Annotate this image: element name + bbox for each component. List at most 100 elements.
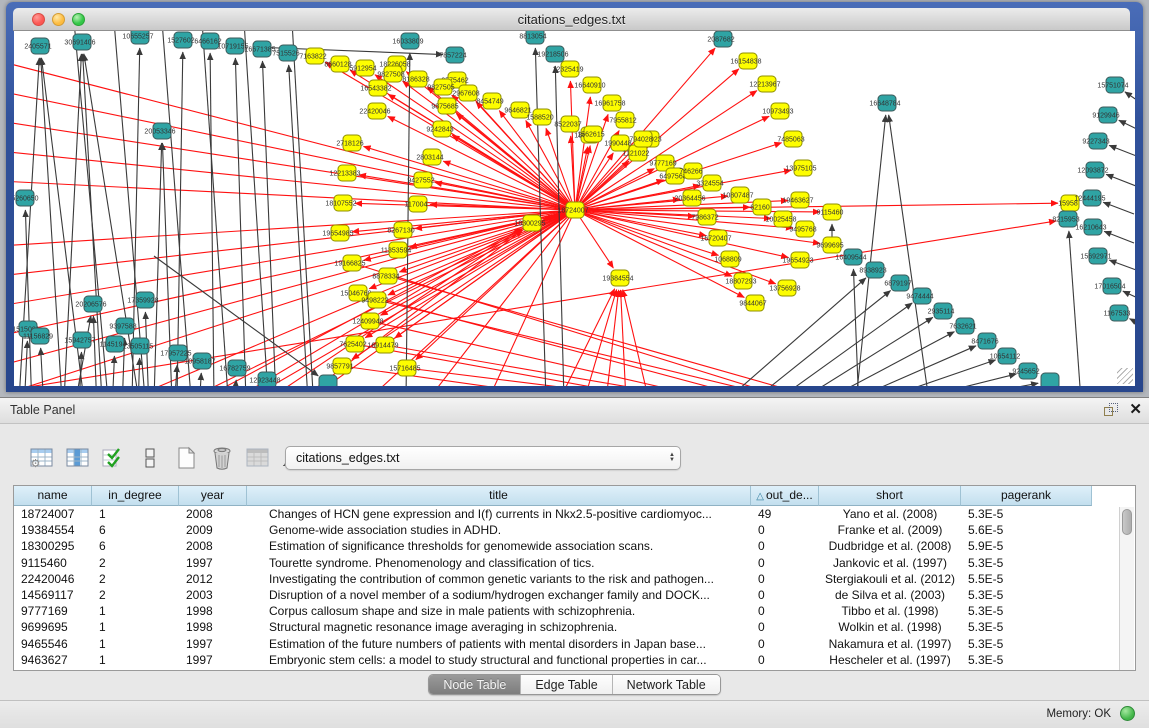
graph-edge[interactable] xyxy=(14,181,575,210)
row-height-icon[interactable] xyxy=(136,445,163,472)
graph-edge[interactable] xyxy=(377,300,919,386)
table-cell: 0 xyxy=(751,587,819,603)
graph-node-label: 8267130 xyxy=(387,228,414,235)
table-settings-icon[interactable]: ⚙ xyxy=(28,445,55,472)
graph-edge[interactable] xyxy=(210,53,214,386)
table-cell: 1998 xyxy=(179,619,247,635)
graph-edge[interactable] xyxy=(235,58,246,386)
graph-edge[interactable] xyxy=(1109,145,1135,157)
graph-edge[interactable] xyxy=(162,31,192,386)
table-row[interactable]: 946362711997Embryonic stem cells: a mode… xyxy=(14,652,1135,668)
select-all-columns-icon[interactable] xyxy=(100,445,127,472)
graph-node[interactable] xyxy=(319,375,337,386)
close-panel-icon[interactable]: ✕ xyxy=(1129,400,1142,418)
table-row[interactable]: 1830029562008Estimation of significance … xyxy=(14,538,1135,554)
delete-column-icon[interactable] xyxy=(208,445,235,472)
graph-edge[interactable] xyxy=(132,48,140,386)
tab-network-table[interactable]: Network Table xyxy=(613,675,720,694)
table-cell: Hescheler et al. (1997) xyxy=(819,652,961,668)
graph-edge[interactable] xyxy=(138,358,140,386)
graph-edge[interactable] xyxy=(199,373,201,386)
graph-edge[interactable] xyxy=(847,360,996,386)
graph-edge[interactable] xyxy=(14,61,575,210)
graph-edge[interactable] xyxy=(1106,174,1135,186)
graph-edge[interactable] xyxy=(559,289,615,386)
table-cell: 1997 xyxy=(179,555,247,571)
graph-node-label: 15692971 xyxy=(1080,254,1111,261)
graph-edge[interactable] xyxy=(868,374,1016,386)
graph-edge[interactable] xyxy=(1125,92,1135,103)
graph-edge[interactable] xyxy=(805,332,954,386)
vertical-scrollbar[interactable] xyxy=(1119,507,1134,671)
table-row[interactable]: 1872400712008Changes of HCN gene express… xyxy=(14,506,1135,522)
graph-edge[interactable] xyxy=(623,290,649,386)
graph-edge[interactable] xyxy=(289,65,308,386)
graph-node-label: 9498222 xyxy=(361,298,388,305)
table-row[interactable]: 969969511998Structural magnetic resonanc… xyxy=(14,619,1135,635)
network-graph-canvas[interactable]: 1872400718300295193845541862813199044867… xyxy=(14,31,1135,386)
graph-node-label: 19218506 xyxy=(537,52,568,59)
column-header-out-de-[interactable]: △out_de... xyxy=(751,486,819,506)
table-row[interactable]: 1938455462009Genome-wide association stu… xyxy=(14,522,1135,538)
tab-edge-table[interactable]: Edge Table xyxy=(521,675,612,694)
table-row[interactable]: 911546021997Tourette syndrome. Phenomeno… xyxy=(14,555,1135,571)
table-row[interactable]: 946554611997Estimation of the future num… xyxy=(14,636,1135,652)
table-cell: 14569117 xyxy=(14,587,92,603)
graph-edge[interactable] xyxy=(177,52,183,386)
graph-edge[interactable] xyxy=(1103,202,1134,214)
graph-edge[interactable] xyxy=(388,276,934,386)
column-header-pagerank[interactable]: pagerank xyxy=(961,486,1092,506)
status-bar: Memory: OK xyxy=(0,700,1149,728)
graph-edge[interactable] xyxy=(1104,231,1134,243)
graph-edge[interactable] xyxy=(292,31,314,386)
column-header-year[interactable]: year xyxy=(179,486,247,506)
network-file-dropdown[interactable]: citations_edges.txt ▲▼ xyxy=(285,446,681,470)
graph-edge[interactable] xyxy=(24,341,27,386)
table-cell: 2009 xyxy=(179,522,247,538)
graph-edge[interactable] xyxy=(827,346,976,386)
create-table-icon[interactable] xyxy=(172,445,199,472)
table-row[interactable]: 1456911722003Disruption of a novel membe… xyxy=(14,587,1135,603)
graph-edge[interactable] xyxy=(406,53,410,386)
graph-edge[interactable] xyxy=(385,345,884,386)
import-table-icon[interactable] xyxy=(244,445,271,472)
graph-edge[interactable] xyxy=(74,316,91,386)
column-header-name[interactable]: name xyxy=(14,486,92,506)
graph-edge[interactable] xyxy=(1130,319,1135,329)
graph-edge[interactable] xyxy=(234,380,236,386)
network-graph[interactable]: 1872400718300295193845541862813199044867… xyxy=(14,31,1135,386)
graph-edge[interactable] xyxy=(1123,291,1135,301)
graph-edge[interactable] xyxy=(889,115,929,386)
graph-edge[interactable] xyxy=(174,365,177,386)
graph-edge[interactable] xyxy=(584,290,617,386)
graph-node-label: 19166825 xyxy=(334,261,365,268)
graph-edge[interactable] xyxy=(202,31,229,386)
column-header-short[interactable]: short xyxy=(819,486,961,506)
table-cell: 2003 xyxy=(179,587,247,603)
window-resize-grip[interactable] xyxy=(1117,368,1133,384)
toggle-column-icon[interactable] xyxy=(64,445,91,472)
graph-edge[interactable] xyxy=(112,356,114,386)
graph-edge[interactable] xyxy=(575,210,788,257)
tab-node-table[interactable]: Node Table xyxy=(429,675,521,694)
column-header-in-degree[interactable]: in_degree xyxy=(92,486,179,506)
graph-node[interactable] xyxy=(1041,373,1059,386)
graph-edge[interactable] xyxy=(1069,231,1081,386)
graph-node-label: 746266 xyxy=(679,169,702,176)
graph-edge[interactable] xyxy=(1109,260,1135,271)
memory-status-indicator-icon[interactable] xyxy=(1120,706,1135,721)
column-header-title[interactable]: title xyxy=(247,486,751,506)
graph-edge[interactable] xyxy=(244,31,269,386)
graph-edge[interactable] xyxy=(575,210,744,297)
table-row[interactable]: 977716911998Corpus callosum shape and si… xyxy=(14,603,1135,619)
window-titlebar[interactable]: citations_edges.txt xyxy=(13,8,1130,31)
graph-edge[interactable] xyxy=(890,383,1038,386)
float-panel-icon[interactable] xyxy=(1104,403,1119,418)
table-body: 1872400712008Changes of HCN gene express… xyxy=(14,506,1135,668)
scrollbar-thumb[interactable] xyxy=(1122,509,1132,535)
graph-edge[interactable] xyxy=(526,121,575,210)
table-row[interactable]: 2242004622012Investigating the contribut… xyxy=(14,571,1135,587)
graph-edge[interactable] xyxy=(14,210,575,336)
graph-edge[interactable] xyxy=(621,290,626,386)
graph-edge[interactable] xyxy=(1119,120,1135,131)
